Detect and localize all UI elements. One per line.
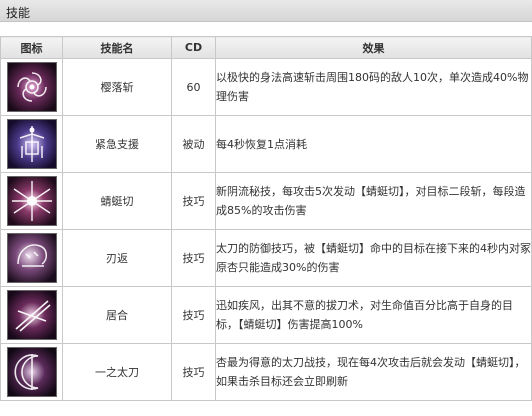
icon-cell: [0, 58, 63, 116]
section-title: 技能: [6, 6, 31, 20]
skill-cd: 被动: [171, 115, 216, 173]
skill-effect: 新阴流秘技，每攻击5次发动【蜻蜓切】，对目标二段斩，每段造成85%的攻击伤害: [215, 172, 532, 230]
skill-effect: 杏最为得意的太刀战技，现在每4次攻击后就会发动【蜻蜓切】，如果击杀目标还会立即刷…: [215, 343, 532, 401]
blade-return-icon[interactable]: [6, 233, 57, 283]
column-header-effect: 效果: [215, 36, 532, 59]
skill-effect: 迅如疾风，出其不意的拔刀术，对生命值百分比高于自身的目标，【蜻蜓切】伤害提高10…: [215, 286, 532, 344]
table-row: 紧急支援 被动 每4秒恢复1点消耗: [0, 115, 532, 173]
skill-cd: 技巧: [171, 172, 216, 230]
skill-name: 刃返: [62, 229, 172, 287]
table-row: 蜻蜓切 技巧 新阴流秘技，每攻击5次发动【蜻蜓切】，对目标二段斩，每段造成85%…: [0, 172, 532, 230]
skill-effect: 太刀的防御技巧，被【蜻蜓切】命中的目标在接下来的4秒内对冢原杏只能造成30%的伤…: [215, 229, 532, 287]
skill-cd: 技巧: [171, 286, 216, 344]
skill-name: 居合: [62, 286, 172, 344]
column-header-icon: 图标: [0, 36, 63, 59]
skill-effect: 以极快的身法高速斩击周围180码的敌人10次，单次造成40%物理伤害: [215, 58, 532, 116]
skill-effect: 每4秒恢复1点消耗: [215, 115, 532, 173]
column-header-name: 技能名: [62, 36, 172, 59]
table-row: 樱落斩 60 以极快的身法高速斩击周围180码的敌人10次，单次造成40%物理伤…: [0, 58, 532, 116]
skill-cd: 技巧: [171, 229, 216, 287]
skill-cd: 技巧: [171, 343, 216, 401]
dragonfly-cut-icon[interactable]: [6, 176, 57, 226]
skill-name: 紧急支援: [62, 115, 172, 173]
ichi-no-tachi-icon[interactable]: [6, 347, 57, 397]
icon-cell: [0, 229, 63, 287]
skill-cd: 60: [171, 58, 216, 116]
icon-cell: [0, 172, 63, 230]
section-header: 技能: [0, 0, 532, 22]
table-header-row: 图标 技能名 CD 效果: [0, 36, 532, 59]
table-row: 刃返 技巧 太刀的防御技巧，被【蜻蜓切】命中的目标在接下来的4秒内对冢原杏只能造…: [0, 229, 532, 287]
skill-name: 蜻蜓切: [62, 172, 172, 230]
sakura-slash-icon[interactable]: [6, 62, 57, 112]
skills-table: 图标 技能名 CD 效果 樱落斩 60 以极快的身法高速斩击周围180码的敌人1…: [0, 36, 532, 401]
skill-name: 樱落斩: [62, 58, 172, 116]
emergency-support-icon[interactable]: [6, 119, 57, 169]
icon-cell: [0, 286, 63, 344]
icon-cell: [0, 343, 63, 401]
table-row: 一之太刀 技巧 杏最为得意的太刀战技，现在每4次攻击后就会发动【蜻蜓切】，如果击…: [0, 343, 532, 401]
skill-name: 一之太刀: [62, 343, 172, 401]
iai-icon[interactable]: [6, 290, 57, 340]
table-row: 居合 技巧 迅如疾风，出其不意的拔刀术，对生命值百分比高于自身的目标，【蜻蜓切】…: [0, 286, 532, 344]
icon-cell: [0, 115, 63, 173]
column-header-cd: CD: [171, 36, 216, 59]
